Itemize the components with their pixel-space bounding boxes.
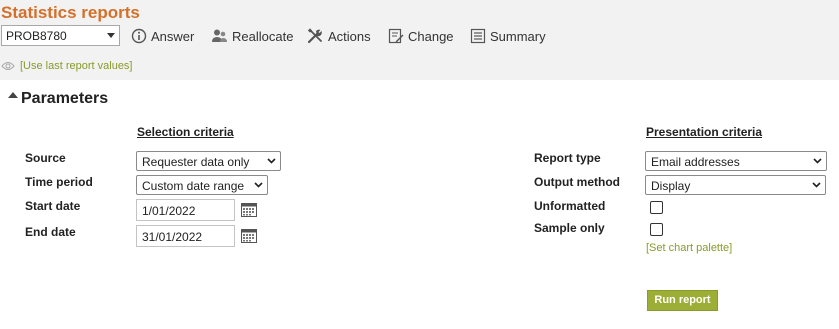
summary-button[interactable]: Summary <box>470 27 546 45</box>
chevron-down-icon <box>813 158 822 164</box>
users-icon <box>212 29 227 42</box>
source-label: Source <box>25 151 66 165</box>
edit-icon <box>388 28 404 44</box>
presentation-criteria-heading: Presentation criteria <box>646 125 763 139</box>
report-type-select-value: Email addresses <box>651 155 740 169</box>
reallocate-button[interactable]: Reallocate <box>211 27 293 45</box>
set-chart-palette-link[interactable]: [Set chart palette] <box>646 242 732 254</box>
answer-button[interactable]: Answer <box>131 27 194 45</box>
output-method-select-value: Display <box>651 179 691 193</box>
run-report-button[interactable]: Run report <box>647 290 718 311</box>
actions-label: Actions <box>328 28 371 44</box>
start-date-label: Start date <box>25 199 81 213</box>
actions-button[interactable]: Actions <box>307 27 371 45</box>
output-method-label: Output method <box>534 175 620 189</box>
answer-label: Answer <box>151 28 195 44</box>
source-select-value: Requester data only <box>142 155 250 169</box>
problem-select[interactable]: PROB8780 <box>1 25 120 46</box>
start-date-value: 1/01/2022 <box>142 204 196 218</box>
source-select[interactable]: Requester data only <box>136 151 281 171</box>
info-circle-icon <box>131 28 147 44</box>
parameters-heading: Parameters <box>21 90 109 107</box>
report-type-label: Report type <box>534 151 601 165</box>
problem-select-value: PROB8780 <box>6 29 67 43</box>
calendar-icon[interactable] <box>241 229 257 243</box>
end-date-label: End date <box>25 225 76 239</box>
calendar-icon[interactable] <box>241 203 257 217</box>
chevron-down-icon <box>812 182 821 188</box>
end-date-input[interactable]: 31/01/2022 <box>136 225 235 247</box>
unformatted-checkbox[interactable] <box>650 201 663 214</box>
unformatted-label: Unformatted <box>534 199 606 213</box>
selection-criteria-heading: Selection criteria <box>137 125 234 139</box>
eye-icon <box>1 62 15 70</box>
chevron-down-icon <box>254 182 263 188</box>
tools-icon <box>307 28 322 44</box>
sample-only-checkbox[interactable] <box>650 223 663 236</box>
end-date-value: 31/01/2022 <box>142 230 203 244</box>
time-period-select-value: Custom date range <box>142 179 245 193</box>
summary-label: Summary <box>490 28 546 44</box>
collapse-caret-icon <box>8 92 18 98</box>
use-last-report-label: [Use last report values] <box>20 60 133 72</box>
start-date-input[interactable]: 1/01/2022 <box>136 199 235 221</box>
parameters-toggle[interactable]: Parameters <box>8 90 108 108</box>
time-period-label: Time period <box>25 175 93 189</box>
change-button[interactable]: Change <box>388 27 454 45</box>
list-icon <box>470 28 486 44</box>
use-last-report-link[interactable]: [Use last report values] <box>1 58 133 74</box>
change-label: Change <box>408 28 454 44</box>
sample-only-label: Sample only <box>534 221 605 235</box>
report-type-select[interactable]: Email addresses <box>645 151 827 171</box>
page-title: Statistics reports <box>1 3 140 22</box>
output-method-select[interactable]: Display <box>645 175 826 195</box>
reallocate-label: Reallocate <box>232 28 294 44</box>
chevron-down-icon <box>267 158 276 164</box>
time-period-select[interactable]: Custom date range <box>136 175 268 195</box>
dropdown-arrow-icon <box>107 33 115 38</box>
